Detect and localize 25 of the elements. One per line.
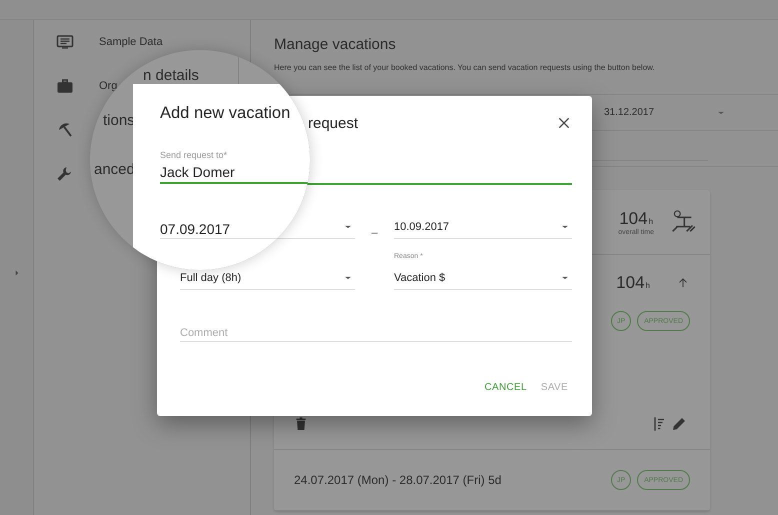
pencil-icon[interactable] — [670, 415, 688, 433]
briefcase-icon[interactable] — [56, 77, 74, 95]
dialog-title: Add new vacation — [160, 103, 292, 124]
monitor-icon[interactable] — [56, 33, 74, 51]
end-date-field[interactable]: 10.09.2017 — [394, 215, 572, 239]
sidebar-item[interactable]: Org — [99, 80, 118, 92]
request-dates: 24.07.2017 (Mon) - 28.07.2017 (Fri) 5d — [294, 473, 502, 487]
wrench-icon[interactable] — [56, 165, 74, 183]
request-hours: 104 — [616, 273, 645, 293]
start-date-field[interactable]: 07.09.2017 — [160, 220, 310, 239]
sidebar-item[interactable]: tions — [103, 112, 135, 129]
recipient-label: Send request to* — [160, 149, 228, 162]
page-title: Manage vacations — [274, 36, 397, 53]
total-hours: 104 — [619, 208, 648, 228]
hours-unit: h — [648, 216, 654, 226]
cancel-button[interactable]: CANCEL — [480, 378, 531, 397]
close-icon[interactable] — [556, 115, 572, 131]
sidebar-item[interactable]: Sample Data — [99, 36, 163, 48]
recipient-field[interactable]: Jack Domer — [160, 162, 310, 184]
date-separator: – — [370, 227, 379, 239]
end-date-value[interactable]: 31.12.2017 — [604, 107, 654, 118]
sidebar-item[interactable]: n details — [143, 67, 199, 84]
hours-unit: h — [646, 281, 650, 290]
dialog-title: request — [308, 114, 360, 132]
page-description: Here you can see the list of your booked vacations. You can send vacation requests using the button below. — [274, 63, 656, 73]
